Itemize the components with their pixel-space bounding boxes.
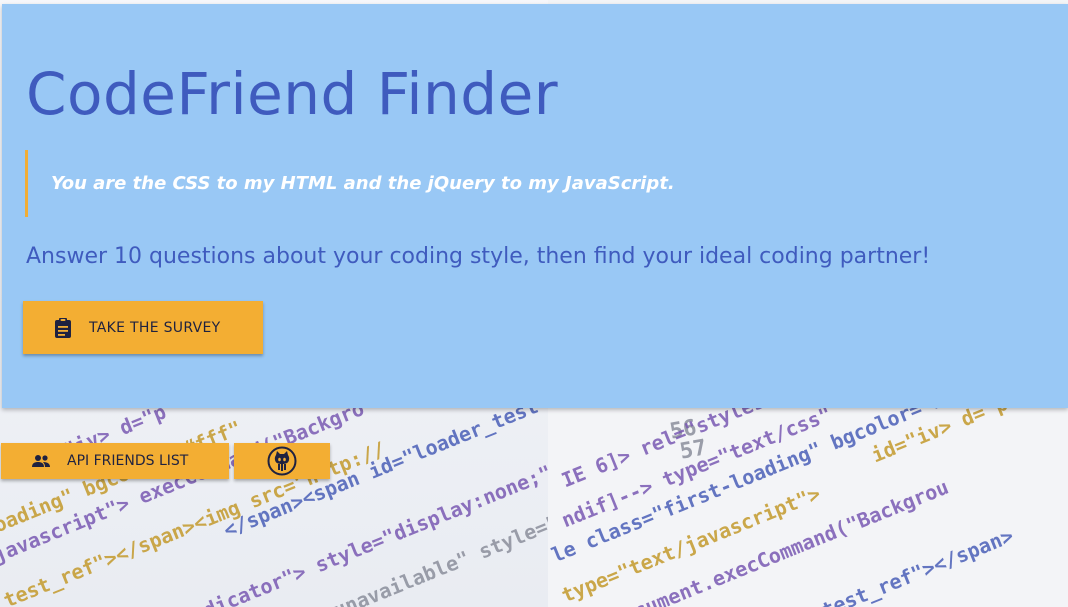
github-octocat-icon [267, 446, 297, 476]
hero-quote: You are the CSS to my HTML and the jQuer… [25, 150, 725, 217]
take-survey-label: TAKE THE SURVEY [89, 319, 221, 336]
people-icon [31, 454, 51, 468]
api-friends-list-button[interactable]: API FRIENDS LIST [1, 443, 229, 479]
take-survey-button[interactable]: TAKE THE SURVEY [23, 301, 263, 354]
clipboard-icon [53, 317, 73, 339]
quote-text: You are the CSS to my HTML and the jQuer… [51, 173, 675, 194]
api-friends-list-label: API FRIENDS LIST [67, 453, 189, 469]
page-title: CodeFriend Finder [26, 60, 559, 128]
hero-tagline: Answer 10 questions about your coding st… [26, 244, 931, 269]
github-button[interactable] [234, 443, 330, 479]
